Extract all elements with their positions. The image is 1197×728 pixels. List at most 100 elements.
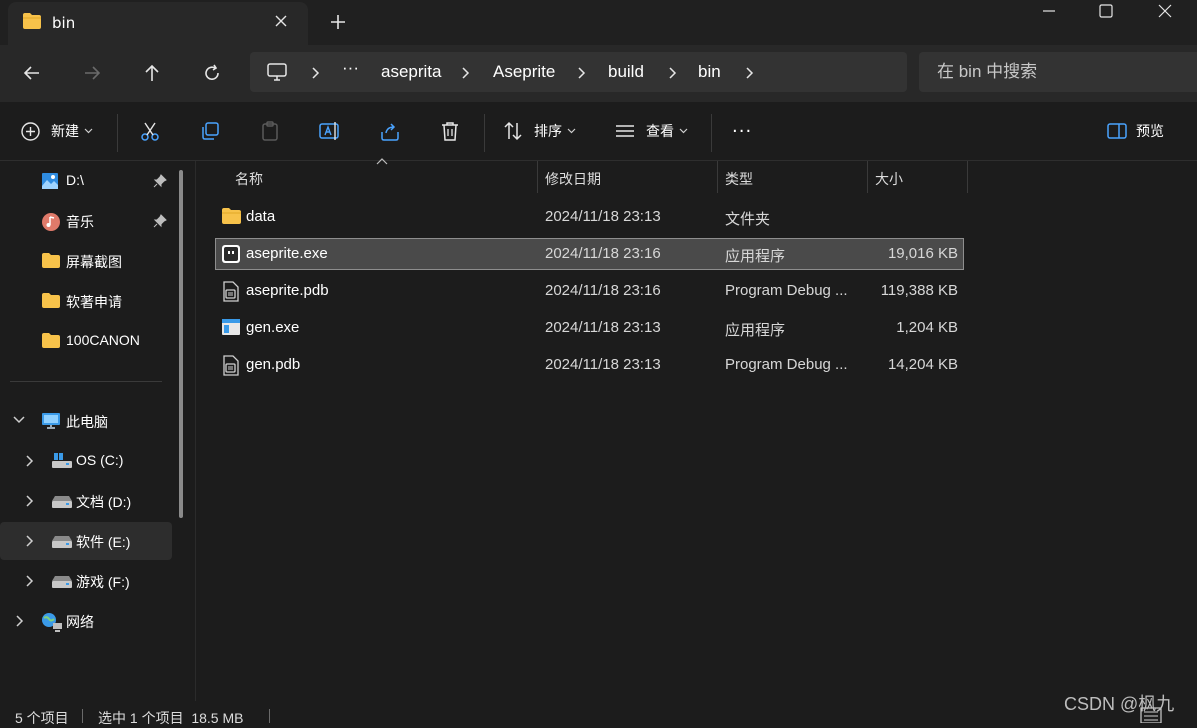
system-drive-icon	[51, 452, 73, 470]
file-name: gen.exe	[246, 319, 300, 336]
chevron-down-icon	[567, 128, 576, 134]
paste-button[interactable]	[259, 116, 281, 146]
sidebar-scrollbar[interactable]	[179, 170, 183, 518]
sidebar-item-this-pc[interactable]: 此电脑	[0, 402, 172, 440]
sidebar-item-label: 文档 (D:)	[76, 494, 132, 510]
sidebar-item-software-copyright[interactable]: 软著申请	[0, 282, 172, 320]
maximize-icon[interactable]	[1081, 2, 1131, 20]
back-icon[interactable]	[16, 59, 48, 87]
file-row-gen-exe[interactable]: gen.exe 2024/11/18 23:13 应用程序 1,204 KB	[216, 313, 963, 343]
new-tab-icon[interactable]	[328, 12, 348, 32]
selection-info: 选中 1 个项目 18.5 MB	[98, 710, 244, 726]
chevron-right-icon[interactable]	[14, 615, 24, 627]
sidebar-item-label: 音乐	[66, 214, 94, 230]
file-row-gen-pdb[interactable]: gen.pdb 2024/11/18 23:13 Program Debug .…	[216, 350, 963, 380]
app-icon	[221, 244, 241, 264]
more-options-button[interactable]: ···	[732, 116, 752, 146]
sidebar-item-label: OS (C:)	[76, 452, 124, 468]
view-button[interactable]: 查看	[614, 116, 688, 146]
sort-button[interactable]: 排序	[502, 116, 576, 146]
view-label: 查看	[646, 124, 674, 140]
sidebar-item-drive-e[interactable]: 软件 (E:)	[0, 522, 172, 560]
share-button[interactable]	[379, 116, 401, 146]
sidebar-item-screenshots[interactable]: 屏幕截图	[0, 242, 172, 280]
sidebar-item-100canon[interactable]: 100CANON	[0, 322, 172, 360]
file-name: aseprite.pdb	[246, 282, 329, 299]
monitor-icon	[41, 412, 61, 430]
toolbar-divider	[711, 114, 712, 152]
breadcrumb-bin[interactable]: bin	[698, 62, 721, 82]
address-bar[interactable]: ··· aseprita Aseprite build bin	[250, 52, 907, 92]
file-name: data	[246, 208, 276, 225]
file-size: 14,204 KB	[887, 356, 958, 373]
folder-icon	[41, 332, 61, 349]
chevron-right-icon[interactable]	[24, 455, 34, 467]
trash-icon	[439, 120, 461, 142]
breadcrumb-build[interactable]: build	[608, 62, 644, 82]
address-overflow[interactable]: ···	[342, 58, 359, 78]
scissors-icon	[139, 120, 161, 142]
delete-button[interactable]	[439, 116, 461, 146]
refresh-icon[interactable]	[196, 59, 228, 87]
command-bar: 新建 排序 查看 ··· 预览	[0, 102, 1197, 161]
minimize-icon[interactable]	[1024, 2, 1074, 20]
sidebar-item-drive-c[interactable]: OS (C:)	[0, 442, 172, 480]
pane-divider[interactable]	[195, 161, 196, 701]
chevron-right-icon[interactable]	[24, 495, 34, 507]
new-label: 新建	[51, 124, 79, 140]
chevron-down-icon[interactable]	[13, 415, 25, 425]
column-header-row: 名称 修改日期 类型 大小	[196, 158, 1197, 193]
column-divider[interactable]	[537, 161, 538, 193]
tab-title: bin	[52, 14, 76, 32]
column-header-type[interactable]: 类型	[725, 169, 753, 189]
close-window-icon[interactable]	[1140, 2, 1190, 20]
rename-button[interactable]	[318, 116, 342, 146]
paste-icon	[259, 120, 281, 142]
status-divider	[269, 709, 270, 723]
file-row-aseprite-exe[interactable]: aseprite.exe 2024/11/18 23:16 应用程序 19,01…	[215, 238, 964, 270]
file-row-aseprite-pdb[interactable]: aseprite.pdb 2024/11/18 23:16 Program De…	[216, 276, 963, 306]
chevron-right-icon[interactable]	[744, 67, 754, 79]
drive-icon	[51, 572, 73, 590]
item-count: 5 个项目	[15, 710, 69, 726]
column-divider[interactable]	[967, 161, 968, 193]
column-header-name[interactable]: 名称	[235, 169, 263, 189]
sidebar-item-d-drive-pin[interactable]: D:\	[0, 162, 172, 200]
column-header-size[interactable]: 大小	[875, 169, 903, 189]
copy-button[interactable]	[199, 116, 221, 146]
toolbar-divider	[484, 114, 485, 152]
forward-icon[interactable]	[76, 59, 108, 87]
breadcrumb-aseprite[interactable]: Aseprite	[493, 62, 555, 82]
exe-icon	[221, 318, 241, 336]
sidebar-item-network[interactable]: 网络	[0, 602, 172, 640]
toolbar-divider	[117, 114, 118, 152]
up-icon[interactable]	[136, 59, 168, 87]
copy-icon	[199, 120, 221, 142]
column-header-date[interactable]: 修改日期	[545, 169, 601, 189]
sidebar-item-drive-f[interactable]: 游戏 (F:)	[0, 562, 172, 600]
chevron-right-icon[interactable]	[24, 535, 34, 547]
column-divider[interactable]	[717, 161, 718, 193]
file-row-data[interactable]: data 2024/11/18 23:13 文件夹	[216, 202, 963, 232]
tab-bin[interactable]: bin	[8, 2, 308, 45]
title-bar: bin	[0, 0, 1197, 45]
sidebar-item-label: 屏幕截图	[66, 254, 122, 270]
column-divider[interactable]	[867, 161, 868, 193]
preview-button[interactable]: 预览	[1106, 116, 1164, 146]
sidebar-item-music[interactable]: 音乐	[0, 202, 172, 240]
sidebar-item-drive-d[interactable]: 文档 (D:)	[0, 482, 172, 520]
new-button[interactable]: 新建	[20, 116, 93, 146]
image-icon	[41, 172, 59, 190]
sidebar-divider	[10, 381, 162, 382]
drive-icon	[51, 492, 73, 510]
close-tab-icon[interactable]	[274, 14, 288, 28]
sort-ascending-icon	[376, 157, 388, 165]
search-input[interactable]	[919, 52, 1197, 92]
file-type: Program Debug ...	[725, 282, 848, 299]
cut-button[interactable]	[139, 116, 161, 146]
navigation-bar: ··· aseprita Aseprite build bin	[0, 45, 1197, 102]
breadcrumb-aseprita[interactable]: aseprita	[381, 62, 441, 82]
folder-icon	[221, 207, 242, 225]
chevron-right-icon[interactable]	[24, 575, 34, 587]
preview-label: 预览	[1136, 124, 1164, 140]
